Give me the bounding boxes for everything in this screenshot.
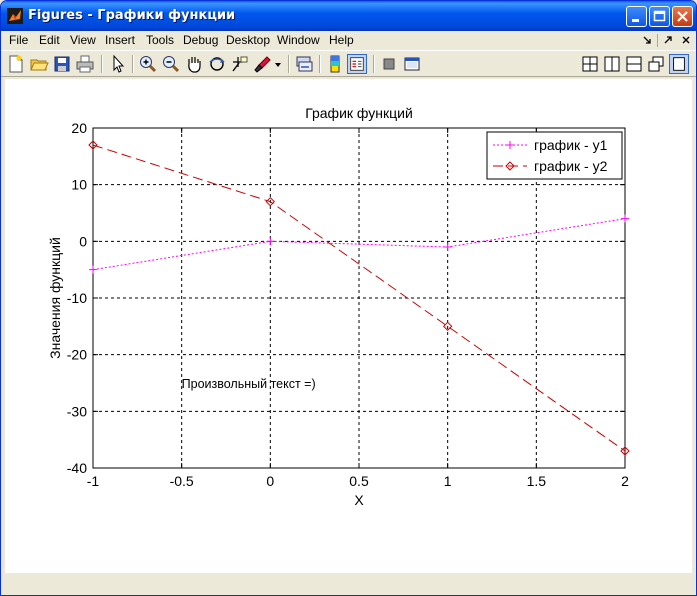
menu-help[interactable]: Help	[329, 33, 354, 47]
tile-grid-icon[interactable]	[580, 54, 600, 74]
hide-plot-tools-icon[interactable]	[379, 54, 399, 74]
colorbar-icon[interactable]	[325, 54, 345, 74]
toolbar-separator	[373, 55, 375, 73]
float-windows-icon[interactable]	[646, 54, 666, 74]
toolbar-separator	[288, 55, 290, 73]
matlab-icon	[7, 8, 23, 24]
x-tick-label: 1	[444, 473, 452, 489]
new-figure-icon[interactable]	[6, 54, 26, 74]
minimize-icon[interactable]	[626, 6, 647, 27]
plot-axes[interactable]: -1 -0.5 0 0.5 1 1.5 2 -40 -30 -20 -10 0 10 20 График ф…	[5, 79, 692, 573]
brush-icon[interactable]	[253, 54, 273, 74]
pan-hand-icon[interactable]	[184, 54, 204, 74]
legend-label-2: график - y2	[534, 158, 608, 174]
save-icon[interactable]	[52, 54, 72, 74]
y-tick-label: -10	[67, 290, 87, 306]
legend-icon[interactable]	[347, 54, 367, 74]
show-plot-tools-icon[interactable]	[402, 54, 422, 74]
dock-arrow-icon[interactable]	[642, 35, 652, 45]
x-tick-label: -1	[87, 473, 100, 489]
x-tick-label: -0.5	[170, 473, 194, 489]
y-tick-label: 0	[79, 233, 87, 249]
print-icon[interactable]	[75, 54, 95, 74]
window-title: Figures - Графики функции	[28, 8, 236, 23]
chart-title: График функций	[305, 105, 413, 121]
link-plot-icon[interactable]	[294, 54, 314, 74]
y-axis-label: Значения функций	[47, 237, 63, 359]
x-axis-label: X	[354, 492, 364, 508]
figure-toolbar	[1, 50, 696, 77]
y-tick-label: -20	[67, 347, 87, 363]
menu-bar: File Edit View Insert Tools Debug Deskto…	[1, 31, 696, 50]
x-tick-label: 1.5	[527, 473, 547, 489]
legend-label-1: график - y1	[534, 137, 608, 153]
undock-arrow-icon[interactable]	[663, 35, 673, 45]
menu-insert[interactable]: Insert	[105, 33, 135, 47]
figure-window: Figures - Графики функции File Edit View…	[0, 0, 697, 596]
open-file-icon[interactable]	[29, 54, 49, 74]
close-figure-icon[interactable]	[681, 35, 691, 45]
maximize-figure-icon[interactable]	[669, 54, 689, 74]
tile-columns-icon[interactable]	[602, 54, 622, 74]
data-cursor-icon[interactable]	[230, 54, 250, 74]
figure-canvas[interactable]: -1 -0.5 0 0.5 1 1.5 2 -40 -30 -20 -10 0 10 20 График ф…	[5, 79, 692, 573]
x-tick-label: 0	[266, 473, 274, 489]
y-tick-label: -30	[67, 403, 87, 419]
y-tick-label: 20	[71, 120, 87, 136]
menu-file[interactable]: File	[9, 33, 28, 47]
tile-rows-icon[interactable]	[624, 54, 644, 74]
close-icon[interactable]	[672, 6, 693, 27]
menu-window[interactable]: Window	[277, 33, 320, 47]
menu-desktop[interactable]: Desktop	[226, 33, 270, 47]
title-bar[interactable]: Figures - Графики функции	[1, 1, 696, 31]
rotate-3d-icon[interactable]	[207, 54, 227, 74]
x-tick-label: 2	[621, 473, 629, 489]
toolbar-separator	[132, 55, 134, 73]
zoom-in-icon[interactable]	[138, 54, 158, 74]
zoom-out-icon[interactable]	[161, 54, 181, 74]
status-bar	[5, 574, 692, 590]
menu-debug[interactable]: Debug	[183, 33, 218, 47]
toolbar-separator	[319, 55, 321, 73]
pointer-icon[interactable]	[108, 54, 128, 74]
y-tick-label: 10	[71, 177, 87, 193]
menu-edit[interactable]: Edit	[39, 33, 60, 47]
annotation-text: Произвольный текст =)	[182, 377, 316, 391]
menu-view[interactable]: View	[70, 33, 96, 47]
y-tick-label: -40	[67, 460, 87, 476]
x-tick-label: 0.5	[349, 473, 369, 489]
toolbar-separator	[101, 55, 103, 73]
menu-tools[interactable]: Tools	[146, 33, 174, 47]
maximize-icon[interactable]	[649, 6, 670, 27]
brush-dropdown-icon[interactable]	[273, 54, 283, 74]
